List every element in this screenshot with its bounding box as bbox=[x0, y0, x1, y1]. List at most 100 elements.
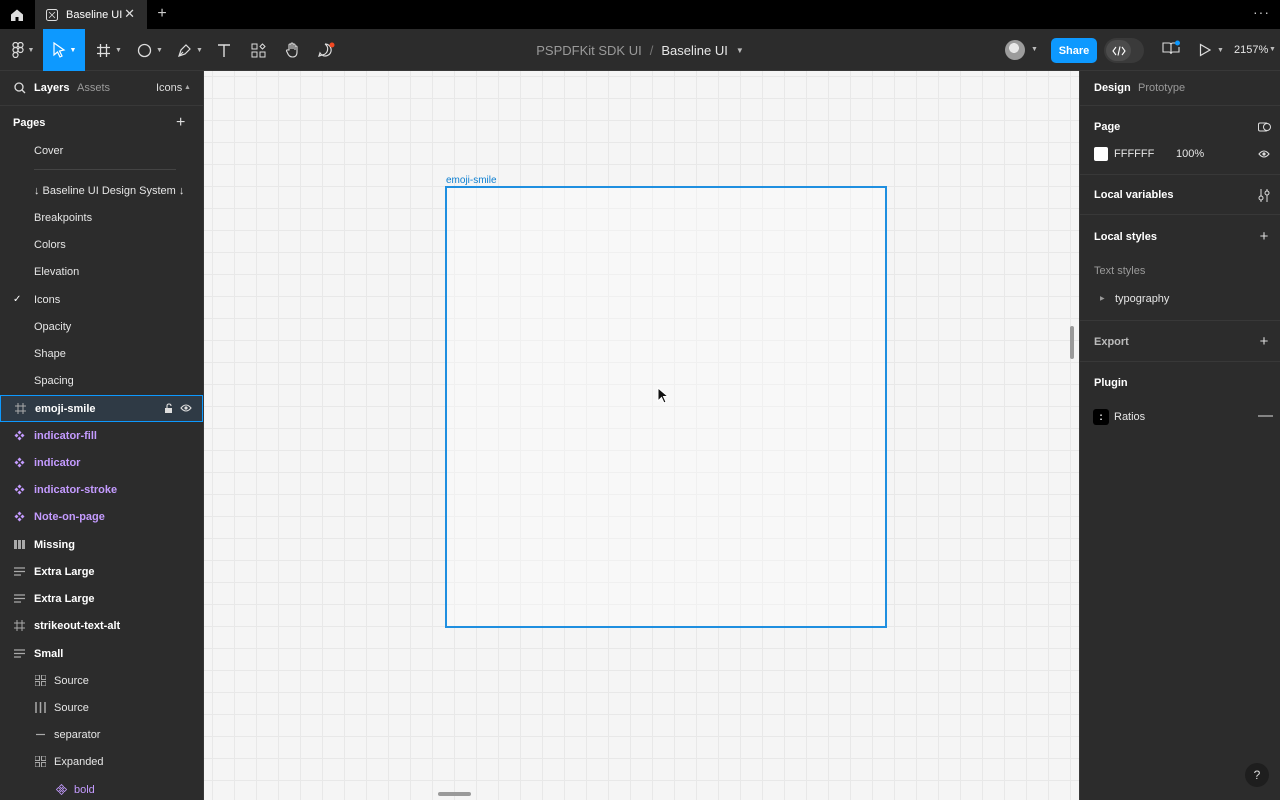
tab-prototype[interactable]: Prototype bbox=[1138, 82, 1185, 94]
page-item[interactable]: Shape bbox=[0, 340, 203, 367]
avatar[interactable] bbox=[1005, 40, 1025, 60]
page-opacity[interactable]: 100% bbox=[1176, 148, 1204, 160]
layer-label: indicator-stroke bbox=[34, 483, 118, 496]
vertical-scrollbar[interactable] bbox=[1070, 326, 1074, 359]
selected-frame[interactable] bbox=[445, 186, 887, 628]
add-export-icon[interactable]: + bbox=[1257, 333, 1271, 350]
eye-icon[interactable] bbox=[180, 403, 192, 413]
pen-tool[interactable]: ▼ bbox=[174, 29, 206, 71]
frame-tool[interactable]: ▼ bbox=[93, 29, 125, 71]
layer-row[interactable]: Missing bbox=[0, 531, 203, 558]
move-tool[interactable]: ▼ bbox=[43, 29, 85, 71]
tab-assets[interactable]: Assets bbox=[77, 82, 110, 94]
export-title: Export bbox=[1094, 336, 1129, 348]
layer-row[interactable]: Source bbox=[0, 667, 203, 694]
page-label: Icons bbox=[34, 293, 61, 306]
remove-plugin-icon[interactable]: — bbox=[1258, 407, 1273, 424]
file-tab[interactable]: Baseline UI ✕ bbox=[35, 0, 147, 29]
page-item[interactable]: Colors bbox=[0, 231, 203, 258]
search-icon[interactable] bbox=[14, 82, 26, 94]
file-icon bbox=[46, 8, 58, 21]
share-button[interactable]: Share bbox=[1051, 38, 1097, 63]
close-tab-icon[interactable]: ✕ bbox=[124, 7, 135, 21]
unlock-icon[interactable] bbox=[164, 403, 174, 414]
add-page-icon[interactable]: + bbox=[176, 114, 185, 132]
chevron-right-icon[interactable]: ▶ bbox=[1100, 295, 1105, 302]
text-icon bbox=[218, 43, 230, 57]
layer-label: Missing bbox=[34, 538, 75, 551]
layer-row[interactable]: Source bbox=[0, 694, 203, 721]
more-menu-icon[interactable]: ··· bbox=[1253, 4, 1270, 20]
layer-label: strikeout-text-alt bbox=[34, 619, 121, 632]
text-lines-icon bbox=[12, 592, 26, 606]
horizontal-scrollbar[interactable] bbox=[438, 792, 471, 796]
eye-icon[interactable] bbox=[1258, 149, 1270, 159]
layer-row[interactable]: Extra Large bbox=[0, 558, 203, 585]
dev-mode-toggle[interactable] bbox=[1104, 38, 1144, 63]
page-label: ↓ Baseline UI Design System ↓ bbox=[34, 184, 185, 197]
layer-row-selected[interactable]: emoji-smile bbox=[0, 395, 203, 422]
main-menu-button[interactable]: ▼ bbox=[8, 29, 38, 71]
layer-label: separator bbox=[54, 728, 101, 741]
new-tab-button[interactable]: + bbox=[153, 5, 171, 23]
layer-row[interactable]: Small bbox=[0, 640, 203, 667]
present-button[interactable]: ▼ bbox=[1199, 40, 1229, 60]
pages-header: Pages bbox=[13, 117, 46, 129]
shape-tool[interactable]: ▼ bbox=[134, 29, 166, 71]
home-icon bbox=[11, 9, 23, 21]
tab-design[interactable]: Design bbox=[1094, 82, 1131, 94]
frame-icon bbox=[12, 619, 26, 633]
toolbar: ▼ ▼ ▼ ▼ ▼ PSPDFKit SDK UI / Baseline UI … bbox=[0, 29, 1280, 71]
layer-label: emoji-smile bbox=[35, 402, 96, 415]
page-item[interactable]: ↓ Baseline UI Design System ↓ bbox=[0, 177, 203, 204]
layer-row[interactable]: indicator-stroke bbox=[0, 476, 203, 503]
add-style-icon[interactable]: + bbox=[1257, 228, 1271, 245]
page-item[interactable]: Elevation bbox=[0, 258, 203, 285]
layer-row[interactable]: indicator bbox=[0, 449, 203, 476]
page-style-icon[interactable] bbox=[1257, 120, 1271, 134]
page-item-current[interactable]: ✓ Icons bbox=[0, 286, 203, 313]
help-button[interactable]: ? bbox=[1245, 763, 1269, 787]
page-color-hex[interactable]: FFFFFF bbox=[1114, 148, 1154, 160]
chevron-down-icon[interactable]: ▼ bbox=[736, 46, 744, 55]
hand-tool[interactable] bbox=[280, 29, 304, 71]
library-button[interactable] bbox=[1162, 40, 1182, 60]
page-switcher[interactable]: Icons bbox=[156, 82, 182, 94]
chevron-up-icon[interactable]: ▲ bbox=[184, 84, 191, 91]
play-icon bbox=[1199, 43, 1211, 57]
comment-tool[interactable] bbox=[314, 29, 338, 71]
text-tool[interactable] bbox=[212, 29, 236, 71]
layer-row[interactable]: Note-on-page bbox=[0, 503, 203, 530]
layer-row[interactable]: Extra Large bbox=[0, 585, 203, 612]
layer-row[interactable]: bold bbox=[0, 776, 203, 800]
line-icon bbox=[33, 728, 47, 742]
tab-layers[interactable]: Layers bbox=[34, 82, 69, 94]
file-name[interactable]: Baseline UI bbox=[661, 43, 727, 58]
canvas[interactable]: emoji-smile bbox=[204, 71, 1079, 800]
layer-row[interactable]: strikeout-text-alt bbox=[0, 612, 203, 639]
layer-label: Note-on-page bbox=[34, 510, 105, 523]
page-label: Spacing bbox=[34, 374, 74, 387]
frame-label[interactable]: emoji-smile bbox=[446, 175, 497, 186]
component-icon bbox=[12, 510, 26, 524]
layer-row[interactable]: indicator-fill bbox=[0, 422, 203, 449]
page-item[interactable]: Spacing bbox=[0, 367, 203, 394]
plugin-icon: : bbox=[1093, 409, 1109, 425]
page-item[interactable]: Cover bbox=[0, 137, 203, 164]
layer-row[interactable]: Expanded bbox=[0, 748, 203, 775]
plugin-name[interactable]: Ratios bbox=[1114, 411, 1145, 423]
typography-style-group[interactable]: typography bbox=[1115, 293, 1169, 305]
zoom-level[interactable]: 2157% bbox=[1234, 44, 1268, 56]
resources-tool[interactable] bbox=[246, 29, 270, 71]
chevron-down-icon[interactable]: ▼ bbox=[1031, 46, 1038, 53]
chevron-down-icon[interactable]: ▼ bbox=[1269, 46, 1276, 53]
layer-label: bold bbox=[74, 783, 95, 796]
layer-label: Small bbox=[34, 647, 64, 660]
page-item[interactable]: Opacity bbox=[0, 313, 203, 340]
variables-settings-icon[interactable] bbox=[1257, 188, 1271, 202]
page-item[interactable]: Breakpoints bbox=[0, 204, 203, 231]
layer-row[interactable]: separator bbox=[0, 721, 203, 748]
project-name[interactable]: PSPDFKit SDK UI bbox=[536, 43, 641, 58]
page-color-swatch[interactable] bbox=[1094, 147, 1108, 161]
home-button[interactable] bbox=[0, 0, 34, 29]
